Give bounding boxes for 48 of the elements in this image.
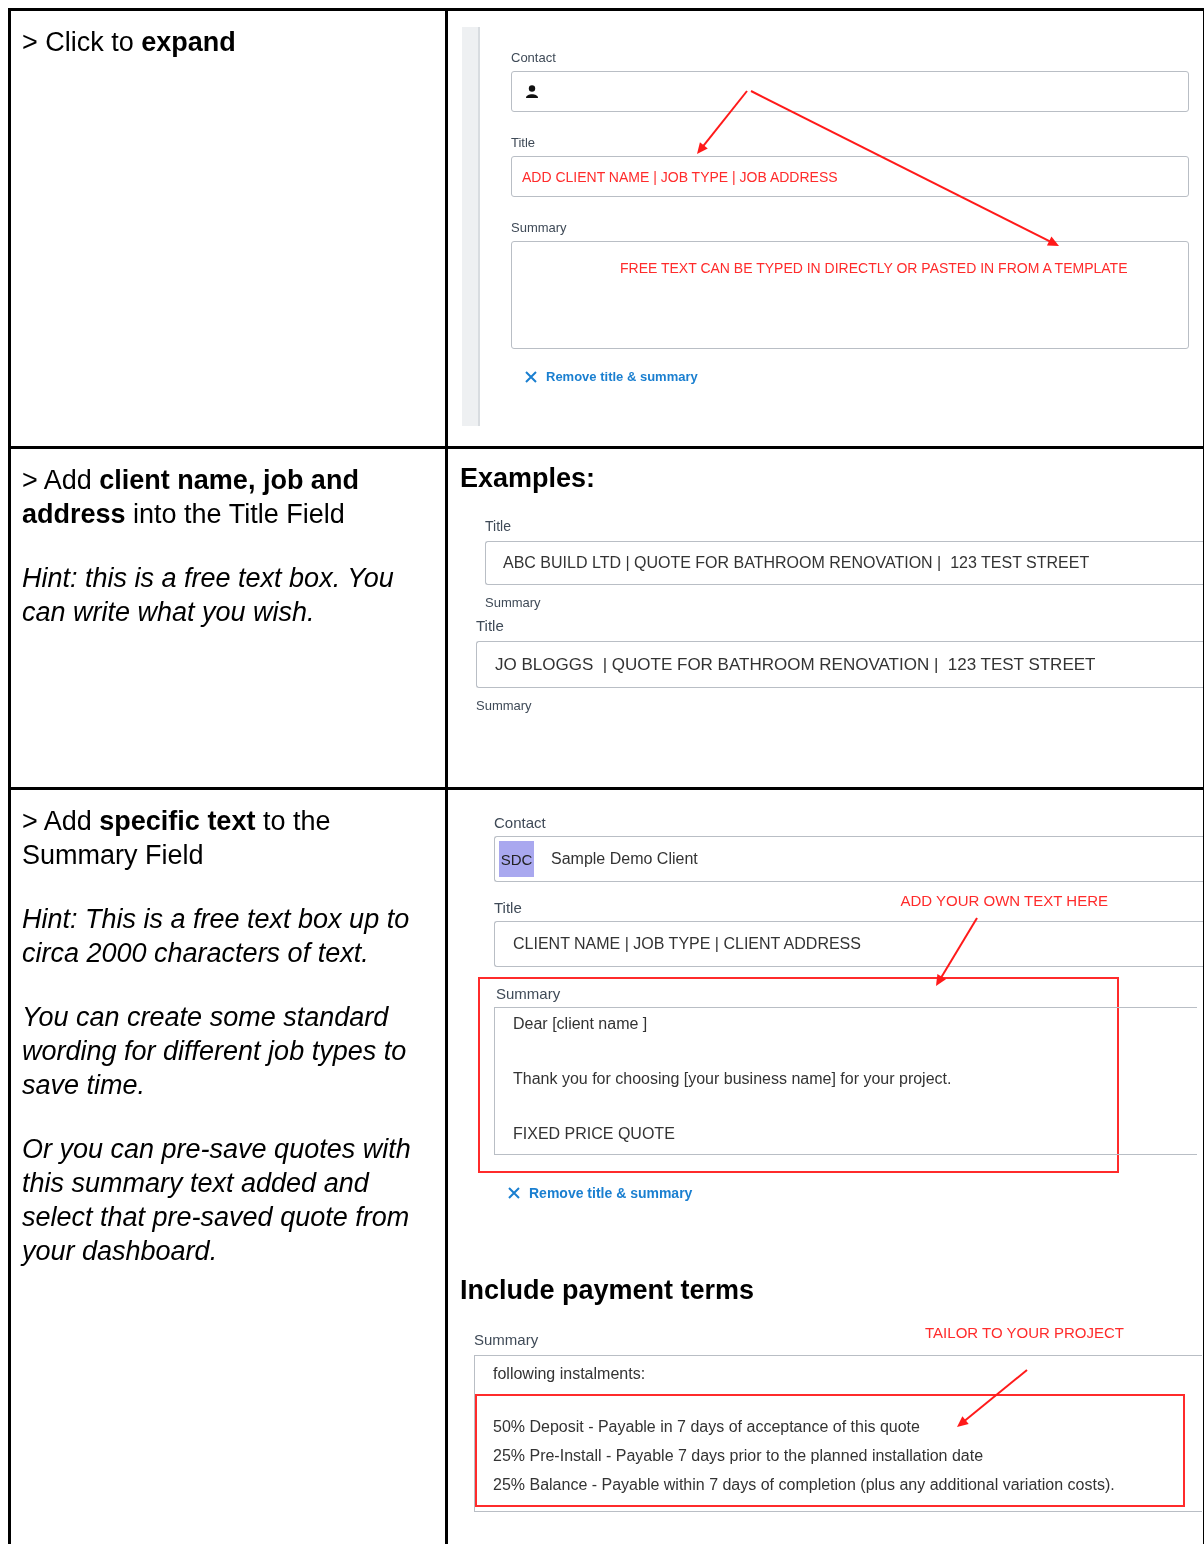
summary-field[interactable] [474, 1355, 1202, 1512]
summary-line: 50% Deposit - Payable in 7 days of acceptance of this quote [493, 1417, 921, 1437]
summary-line: 25% Pre-Install - Payable 7 days prior to the planned installation date [493, 1446, 985, 1466]
summary-line: Thank you for choosing [your business name] for your project. [513, 1069, 953, 1089]
contact-field[interactable]: SDC Sample Demo Client [494, 836, 1203, 882]
hint-text: You can create some standard wording for different job types to save time. [22, 1001, 408, 1102]
field-label: Title [493, 899, 522, 917]
initials-avatar: SDC [499, 841, 534, 877]
title-field[interactable]: CLIENT NAME | JOB TYPE | CLIENT ADDRESS [494, 921, 1203, 967]
instruction-text: > Add specific text to the Summary Field [22, 805, 332, 872]
summary-line: 25% Balance - Payable within 7 days of completion (plus any additional variation costs). [493, 1475, 1116, 1495]
summary-field[interactable]: Dear [client name ] Thank you for choosing [your business name] for your project. FIXED PRICE QUOTE [494, 1007, 1197, 1155]
instruction-text: > Add client name, job and address into the Title Field [22, 464, 360, 531]
arrow [936, 917, 978, 986]
title-field[interactable]: ABC BUILD LTD | QUOTE FOR BATHROOM RENOVATION | 123 TEST STREET [485, 541, 1203, 585]
hint-text: Hint: this is a free text box. You can write what you wish. [22, 562, 395, 629]
close-icon [508, 1187, 520, 1199]
hint-text: Hint: This is a free text box up to circa 2000 characters of text. [22, 903, 411, 970]
arrow [697, 90, 748, 154]
summary-line: following instalments: [493, 1364, 646, 1384]
field-label: Summary [495, 985, 562, 1003]
remove-link[interactable]: Remove title & summary [525, 369, 698, 384]
title-field[interactable]: JO BLOGGS | QUOTE FOR BATHROOM RENOVATION | 123 TEST STREET [476, 641, 1203, 688]
section-heading: Include payment terms [460, 1275, 756, 1306]
annotation-text: ADD YOUR OWN TEXT HERE [900, 892, 1108, 909]
field-label: Summary [476, 698, 533, 715]
annotation-text: TAILOR TO YOUR PROJECT [925, 1324, 1124, 1341]
hint-text: Or you can pre-save quotes with this summary text added and select that pre-saved quote from your dashboard. [22, 1133, 412, 1268]
summary-line: Dear [client name ] [513, 1014, 649, 1034]
instruction-text: > Click to expand [22, 26, 237, 59]
summary-line: FIXED PRICE QUOTE [513, 1124, 676, 1144]
field-label: Contact [493, 814, 547, 832]
field-label: Contact [511, 49, 557, 67]
summary-field[interactable]: FREE TEXT CAN BE TYPED IN DIRECTLY OR PASTED IN FROM A TEMPLATE [511, 241, 1189, 349]
field-label: Title [476, 617, 505, 635]
arrow [957, 1369, 1028, 1427]
title-field[interactable]: ADD CLIENT NAME | JOB TYPE | JOB ADDRESS [511, 156, 1189, 197]
section-heading: Examples: [460, 463, 597, 495]
field-label: Summary [511, 219, 568, 237]
contact-field[interactable] [511, 71, 1189, 112]
field-label: Title [511, 134, 537, 152]
close-icon [525, 370, 537, 383]
field-label: Summary [474, 1331, 539, 1349]
person-icon [526, 85, 538, 98]
field-label: Title [485, 517, 512, 535]
remove-link[interactable]: Remove title & summary [508, 1185, 693, 1201]
contact-name: Sample Demo Client [551, 850, 698, 868]
field-label: Summary [485, 595, 542, 612]
